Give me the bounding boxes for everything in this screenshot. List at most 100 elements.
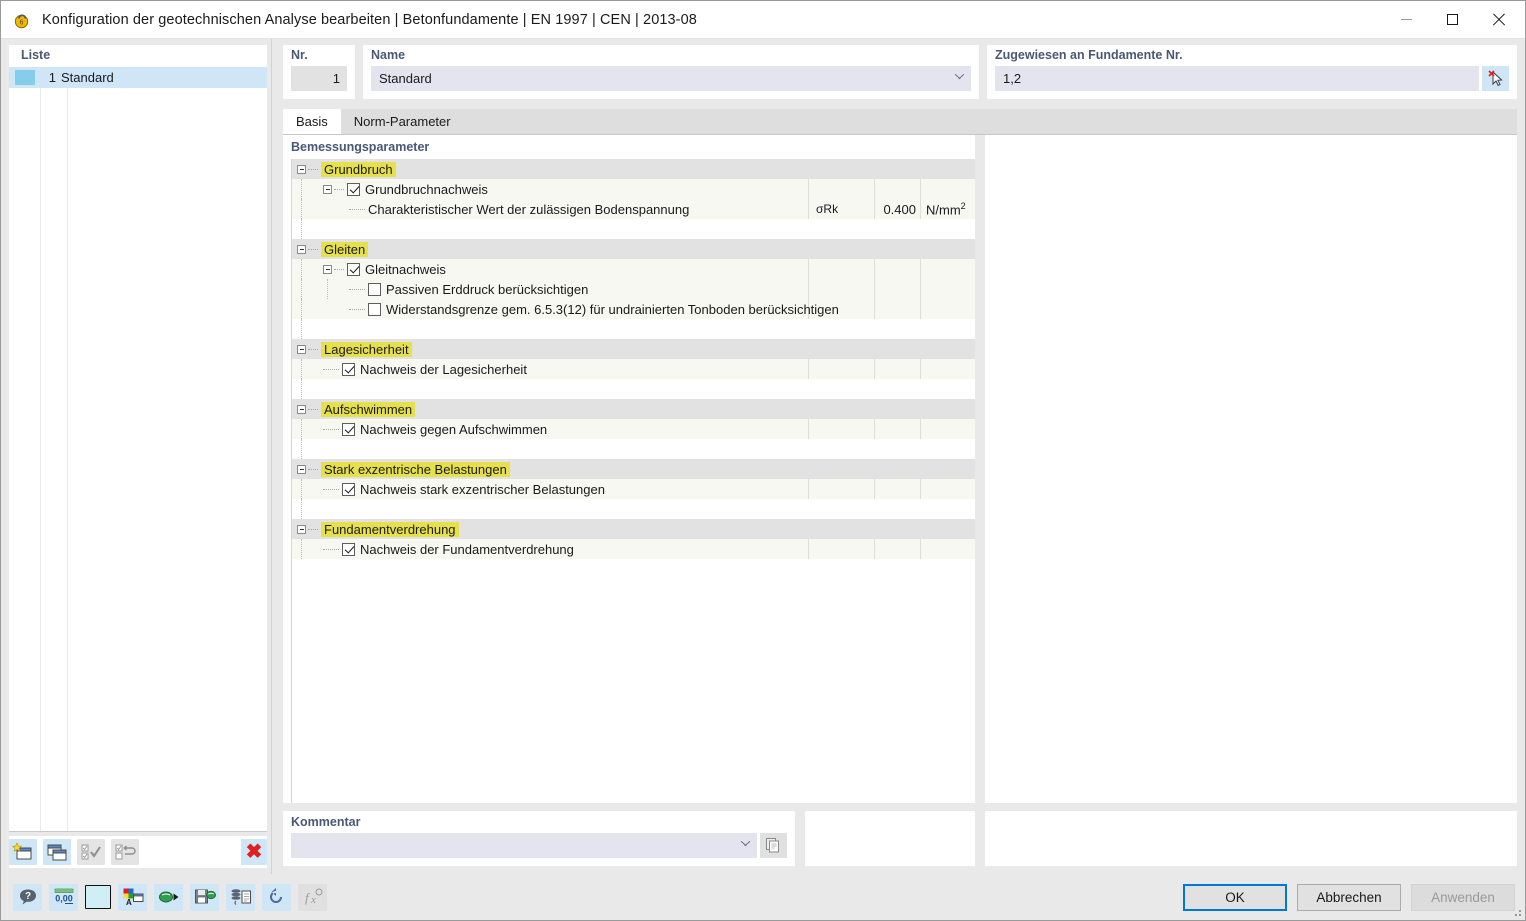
comment-combobox[interactable]: [291, 833, 757, 858]
number-field-group: Nr. 1: [283, 45, 355, 99]
tree-row-label: Grundbruchnachweis: [365, 181, 488, 197]
configuration-list[interactable]: Liste 1 Standard: [9, 45, 267, 832]
pick-objects-button[interactable]: [1482, 66, 1509, 91]
window-title: Konfiguration der geotechnischen Analyse…: [42, 11, 697, 28]
tree-spacer-row: [292, 499, 975, 519]
checkbox[interactable]: [347, 182, 360, 196]
checkbox[interactable]: [368, 282, 381, 296]
close-button[interactable]: [1475, 1, 1521, 38]
import-button[interactable]: [154, 883, 183, 911]
name-field-group: Name Standard: [363, 45, 979, 99]
tab-norm-parameter[interactable]: Norm-Parameter: [340, 109, 464, 134]
collapse-icon[interactable]: [297, 164, 306, 174]
red-x-icon: ✖: [245, 841, 263, 863]
tree-row[interactable]: Nachweis gegen Aufschwimmen: [292, 419, 975, 439]
delete-configuration-button[interactable]: ✖: [241, 839, 267, 865]
svg-text:0,00: 0,00: [55, 894, 73, 904]
ok-button[interactable]: OK: [1183, 883, 1287, 911]
minimize-button[interactable]: [1383, 1, 1429, 38]
tree-group-label: Gleiten: [321, 241, 369, 257]
invert-check-icon: [115, 844, 136, 860]
svg-text:x: x: [310, 894, 316, 906]
tree-group-label: Aufschwimmen: [321, 401, 416, 417]
tree-group-row[interactable]: Lagesicherheit: [292, 339, 975, 359]
resize-grip[interactable]: [1510, 905, 1522, 917]
color-swatch-icon: [15, 70, 35, 85]
tree-group-row[interactable]: Grundbruch: [292, 159, 975, 179]
name-combobox[interactable]: Standard: [371, 66, 971, 91]
apply-button[interactable]: Anwenden: [1411, 883, 1515, 911]
tree-row[interactable]: Nachweis stark exzentrischer Belastungen: [292, 479, 975, 499]
formula-button[interactable]: f x: [298, 883, 327, 911]
tree-row[interactable]: Gleitnachweis: [292, 259, 975, 279]
assignment-row: 1,2: [995, 66, 1509, 91]
left-edge-strip: [1, 39, 9, 874]
display-properties-button[interactable]: A: [118, 883, 147, 911]
help-button[interactable]: ?: [13, 883, 42, 911]
new-configuration-button[interactable]: [9, 839, 37, 865]
select-all-button[interactable]: [77, 839, 105, 865]
collapse-icon[interactable]: [297, 344, 306, 354]
comment-label: Kommentar: [291, 815, 361, 829]
tree-row[interactable]: Passiven Erddruck berücksichtigen: [292, 279, 975, 299]
color-swatch-button[interactable]: [85, 885, 111, 909]
maximize-button[interactable]: [1429, 1, 1475, 38]
tree-group-row[interactable]: Gleiten: [292, 239, 975, 259]
export-button[interactable]: [190, 883, 219, 911]
reset-button[interactable]: [262, 883, 291, 911]
collapse-icon[interactable]: [297, 524, 306, 534]
chevron-down-icon: [954, 73, 965, 84]
number-input[interactable]: 1: [291, 66, 347, 91]
tree-group-label: Grundbruch: [321, 161, 396, 177]
checkbox[interactable]: [342, 482, 355, 496]
dialog-window: 6 Konfiguration der geotechnischen Analy…: [0, 0, 1526, 921]
tree-row-value[interactable]: 0.400: [883, 202, 916, 217]
tree-row[interactable]: Grundbruchnachweis: [292, 179, 975, 199]
svg-text:6: 6: [20, 19, 24, 26]
comment-library-button[interactable]: [760, 833, 787, 858]
units-button[interactable]: 0,00: [49, 883, 78, 911]
tree-scroll-area: Grundbruch Grundbruchnachweis Charakteri…: [292, 159, 975, 803]
collapse-icon[interactable]: [297, 244, 306, 254]
list-item-number: 1: [48, 70, 56, 85]
cancel-button[interactable]: Abbrechen: [1297, 883, 1401, 911]
tree-row[interactable]: Nachweis der Fundamentverdrehung: [292, 539, 975, 559]
tree-row-label: Nachweis der Fundamentverdrehung: [360, 541, 574, 557]
tree-row[interactable]: Nachweis der Lagesicherheit: [292, 359, 975, 379]
tree-group-row[interactable]: Aufschwimmen: [292, 399, 975, 419]
tree-spacer-row: [292, 219, 975, 239]
tree-group-row[interactable]: Stark exzentrische Belastungen: [292, 459, 975, 479]
svg-text:?: ?: [24, 891, 30, 902]
assignment-field-group: Zugewiesen an Fundamente Nr. 1,2: [987, 45, 1517, 99]
units-0-00-icon: 0,00: [54, 888, 73, 904]
collapse-icon[interactable]: [323, 184, 332, 194]
copy-window-icon: [47, 844, 67, 861]
checkbox[interactable]: [342, 542, 355, 556]
list-item[interactable]: 1 Standard: [9, 67, 267, 88]
tree-row[interactable]: Charakteristischer Wert der zulässigen B…: [292, 199, 975, 219]
list-item-label: Standard: [61, 70, 114, 85]
checkbox[interactable]: [368, 302, 381, 316]
collapse-icon[interactable]: [297, 464, 306, 474]
tree-row-label: Passiven Erddruck berücksichtigen: [386, 281, 589, 297]
collapse-icon[interactable]: [297, 404, 306, 414]
pick-cursor-delete-icon: [1488, 70, 1503, 87]
tab-basis[interactable]: Basis: [283, 109, 341, 134]
design-parameters-tree[interactable]: Grundbruch Grundbruchnachweis Charakteri…: [291, 159, 975, 803]
invert-selection-button[interactable]: [111, 839, 139, 865]
checkbox[interactable]: [342, 362, 355, 376]
database-document-button[interactable]: [226, 883, 255, 911]
tree-group-label: Fundamentverdrehung: [321, 521, 459, 537]
duplicate-configuration-button[interactable]: [43, 839, 71, 865]
tree-group-row[interactable]: Fundamentverdrehung: [292, 519, 975, 539]
tree-spacer-row: [292, 319, 975, 339]
ok-button-label: OK: [1225, 889, 1245, 905]
copy-pages-icon: [766, 838, 779, 853]
list-rows: 1 Standard: [9, 67, 267, 88]
assignment-input[interactable]: 1,2: [995, 66, 1479, 91]
collapse-icon[interactable]: [323, 264, 332, 274]
tree-group-label: Stark exzentrische Belastungen: [321, 461, 510, 477]
checkbox[interactable]: [342, 422, 355, 436]
checkbox[interactable]: [347, 262, 360, 276]
tree-row[interactable]: Widerstandsgrenze gem. 6.5.3(12) für und…: [292, 299, 975, 319]
